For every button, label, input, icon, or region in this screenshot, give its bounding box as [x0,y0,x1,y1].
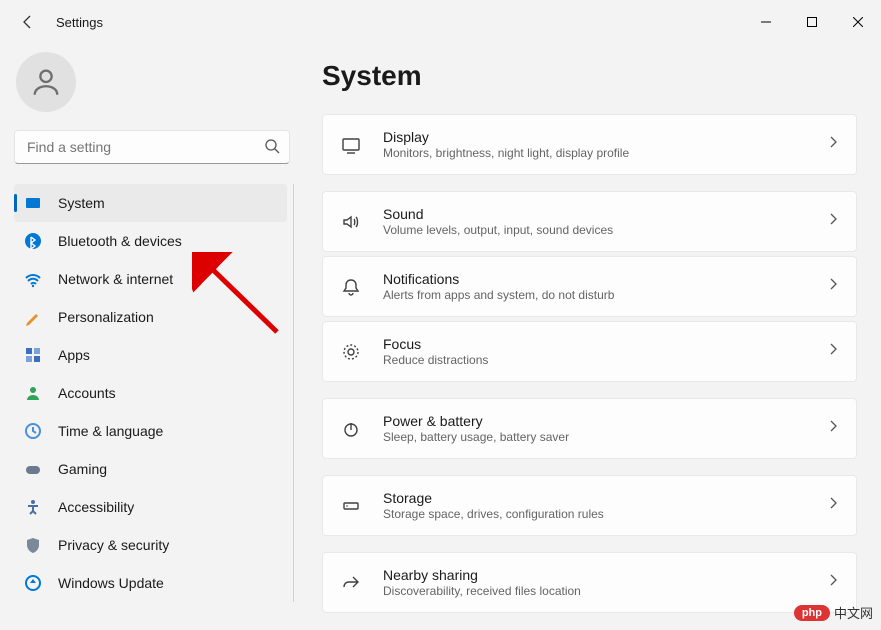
sidebar: System Bluetooth & devices Network & inter… [0,44,300,630]
card-title: Notifications [383,271,826,287]
maximize-icon [807,17,817,27]
sidebar-item-account[interactable]: Accounts [14,374,287,412]
main-panel: System DisplayMonitors, brightness, nigh… [300,44,881,630]
chevron-right-icon [826,277,840,296]
user-icon [29,65,63,99]
shield-icon [24,536,42,554]
card-title: Power & battery [383,413,826,429]
chevron-right-icon [826,573,840,592]
card-share[interactable]: Nearby sharingDiscoverability, received … [322,552,857,613]
arrow-left-icon [20,14,36,30]
close-button[interactable] [835,6,881,38]
nav-list: System Bluetooth & devices Network & inter… [14,184,294,602]
chevron-right-icon [826,342,840,361]
search-input[interactable] [14,130,290,164]
sidebar-item-label: Windows Update [58,575,164,591]
card-sound[interactable]: SoundVolume levels, output, input, sound… [322,191,857,252]
card-subtitle: Discoverability, received files location [383,584,826,598]
card-subtitle: Alerts from apps and system, do not dist… [383,288,826,302]
page-title: System [322,60,857,92]
card-display[interactable]: DisplayMonitors, brightness, night light… [322,114,857,175]
clock-icon [24,422,42,440]
sidebar-item-update[interactable]: Windows Update [14,564,287,602]
card-power[interactable]: Power & batterySleep, battery usage, bat… [322,398,857,459]
brush-icon [24,308,42,326]
minimize-icon [761,17,771,27]
sidebar-item-shield[interactable]: Privacy & security [14,526,287,564]
sidebar-item-brush[interactable]: Personalization [14,298,287,336]
card-subtitle: Sleep, battery usage, battery saver [383,430,826,444]
sidebar-item-clock[interactable]: Time & language [14,412,287,450]
bell-icon [341,277,361,297]
system-icon [24,194,42,212]
card-title: Display [383,129,826,145]
share-icon [341,573,361,593]
power-icon [341,419,361,439]
sound-icon [341,212,361,232]
sidebar-item-label: Apps [58,347,90,363]
sidebar-item-apps[interactable]: Apps [14,336,287,374]
window-title: Settings [56,15,103,30]
card-subtitle: Volume levels, output, input, sound devi… [383,223,826,237]
focus-icon [341,342,361,362]
card-title: Storage [383,490,826,506]
window-controls [743,6,881,38]
chevron-right-icon [826,496,840,515]
sidebar-item-gaming[interactable]: Gaming [14,450,287,488]
sidebar-item-accessibility[interactable]: Accessibility [14,488,287,526]
search-icon [264,138,280,159]
chevron-right-icon [826,135,840,154]
display-icon [341,135,361,155]
card-bell[interactable]: NotificationsAlerts from apps and system… [322,256,857,317]
sidebar-item-label: Personalization [58,309,154,325]
back-button[interactable] [8,2,48,42]
update-icon [24,574,42,592]
apps-icon [24,346,42,364]
card-subtitle: Monitors, brightness, night light, displ… [383,146,826,160]
search-box [14,130,290,164]
maximize-button[interactable] [789,6,835,38]
gaming-icon [24,460,42,478]
sidebar-item-label: Accounts [58,385,116,401]
card-title: Focus [383,336,826,352]
card-subtitle: Storage space, drives, configuration rul… [383,507,826,521]
sidebar-item-label: System [58,195,105,211]
close-icon [853,17,863,27]
sidebar-item-system[interactable]: System [14,184,287,222]
sidebar-item-label: Accessibility [58,499,134,515]
sidebar-item-label: Time & language [58,423,163,439]
card-title: Nearby sharing [383,567,826,583]
sidebar-item-wifi[interactable]: Network & internet [14,260,287,298]
sidebar-item-label: Gaming [58,461,107,477]
titlebar: Settings [0,0,881,44]
card-focus[interactable]: FocusReduce distractions [322,321,857,382]
sidebar-item-label: Privacy & security [58,537,169,553]
sidebar-item-label: Bluetooth & devices [58,233,182,249]
card-subtitle: Reduce distractions [383,353,826,367]
chevron-right-icon [826,212,840,231]
wifi-icon [24,270,42,288]
sidebar-item-bluetooth[interactable]: Bluetooth & devices [14,222,287,260]
bluetooth-icon [24,232,42,250]
avatar[interactable] [16,52,76,112]
card-storage[interactable]: StorageStorage space, drives, configurat… [322,475,857,536]
card-title: Sound [383,206,826,222]
accessibility-icon [24,498,42,516]
minimize-button[interactable] [743,6,789,38]
storage-icon [341,496,361,516]
sidebar-item-label: Network & internet [58,271,173,287]
account-icon [24,384,42,402]
chevron-right-icon [826,419,840,438]
